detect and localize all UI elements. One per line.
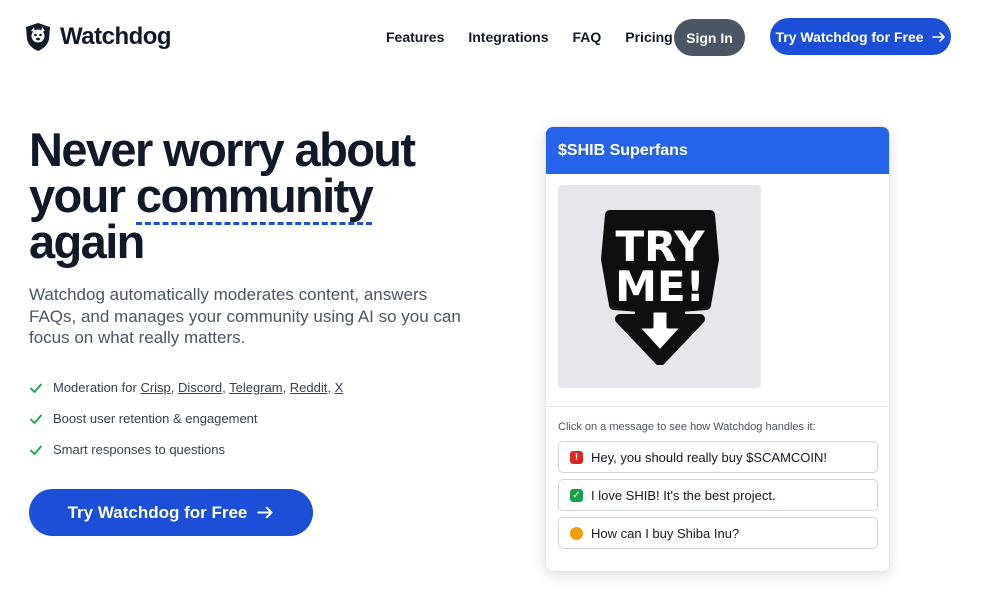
feature-item-moderation: Moderation for Crisp, Discord, Telegram,… — [29, 372, 343, 403]
hero-headline: Never worry about your community again — [29, 126, 499, 268]
demo-message-text: How can I buy Shiba Inu? — [591, 525, 740, 541]
try-free-header-button[interactable]: Try Watchdog for Free — [770, 18, 951, 55]
dog-shield-icon — [26, 23, 50, 51]
feature-text-retention: Boost user retention & engagement — [53, 411, 258, 426]
headline-line-3: again — [29, 215, 145, 268]
alarm-icon: ! — [570, 450, 583, 464]
brand-name: Watchdog — [60, 23, 172, 50]
check-icon — [30, 383, 42, 393]
chat-messages-area: TRY ME! — [546, 174, 889, 407]
demo-message-scam[interactable]: ! Hey, you should really buy $SCAMCOIN! — [558, 441, 878, 473]
arrow-right-icon — [931, 31, 945, 42]
demo-chat-card: $SHIB Superfans TRY ME! Click on a messa… — [545, 126, 890, 572]
try-free-hero-button[interactable]: Try Watchdog for Free — [29, 489, 313, 536]
sign-in-button[interactable]: Sign In — [674, 19, 745, 56]
chat-group-title: $SHIB Superfans — [558, 141, 688, 159]
demo-message-text: I love SHIB! It's the best project. — [591, 487, 776, 503]
brand-logo[interactable]: Watchdog — [25, 22, 172, 52]
raising-hand-icon — [570, 526, 583, 540]
try-free-header-label: Try Watchdog for Free — [775, 28, 924, 45]
demo-message-text: Hey, you should really buy $SCAMCOIN! — [591, 449, 828, 465]
moderation-prefix: Moderation for — [53, 380, 141, 395]
platform-link-telegram[interactable]: Telegram — [229, 380, 282, 395]
feature-item-responses: Smart responses to questions — [29, 434, 343, 465]
feature-list: Moderation for Crisp, Discord, Telegram,… — [29, 372, 343, 465]
feature-text-moderation: Moderation for Crisp, Discord, Telegram,… — [53, 380, 344, 395]
demo-message-question[interactable]: How can I buy Shiba Inu? — [558, 517, 878, 549]
site-header: Watchdog Features Integrations FAQ Prici… — [0, 0, 1000, 76]
arrow-right-icon — [257, 506, 273, 519]
platform-link-crisp[interactable]: Crisp — [140, 380, 170, 395]
check-mark-icon: ✓ — [570, 488, 583, 502]
headline-highlight: community — [135, 169, 374, 225]
platform-link-discord[interactable]: Discord — [178, 380, 222, 395]
nav-features[interactable]: Features — [386, 29, 444, 45]
try-me-sticker: TRY ME! — [558, 185, 761, 388]
try-me-arrow-sticker-icon: TRY ME! — [601, 210, 719, 365]
demo-message-love[interactable]: ✓ I love SHIB! It's the best project. — [558, 479, 878, 511]
feature-item-retention: Boost user retention & engagement — [29, 403, 343, 434]
try-free-hero-label: Try Watchdog for Free — [67, 502, 248, 522]
platform-link-x[interactable]: X — [335, 380, 344, 395]
check-icon — [30, 445, 42, 455]
demo-hint-text: Click on a message to see how Watchdog h… — [558, 421, 816, 433]
hero-subtext: Watchdog automatically moderates content… — [29, 285, 461, 347]
nav-faq[interactable]: FAQ — [572, 29, 601, 45]
chat-group-header: $SHIB Superfans — [546, 127, 889, 174]
check-icon — [30, 414, 42, 424]
nav-pricing[interactable]: Pricing — [625, 29, 672, 45]
sign-in-label: Sign In — [686, 29, 733, 46]
sticker-text-me: ME! — [615, 262, 705, 311]
feature-text-responses: Smart responses to questions — [53, 442, 225, 457]
nav-integrations[interactable]: Integrations — [468, 29, 548, 45]
platform-link-reddit[interactable]: Reddit — [290, 380, 328, 395]
main-nav: Features Integrations FAQ Pricing — [386, 29, 673, 45]
